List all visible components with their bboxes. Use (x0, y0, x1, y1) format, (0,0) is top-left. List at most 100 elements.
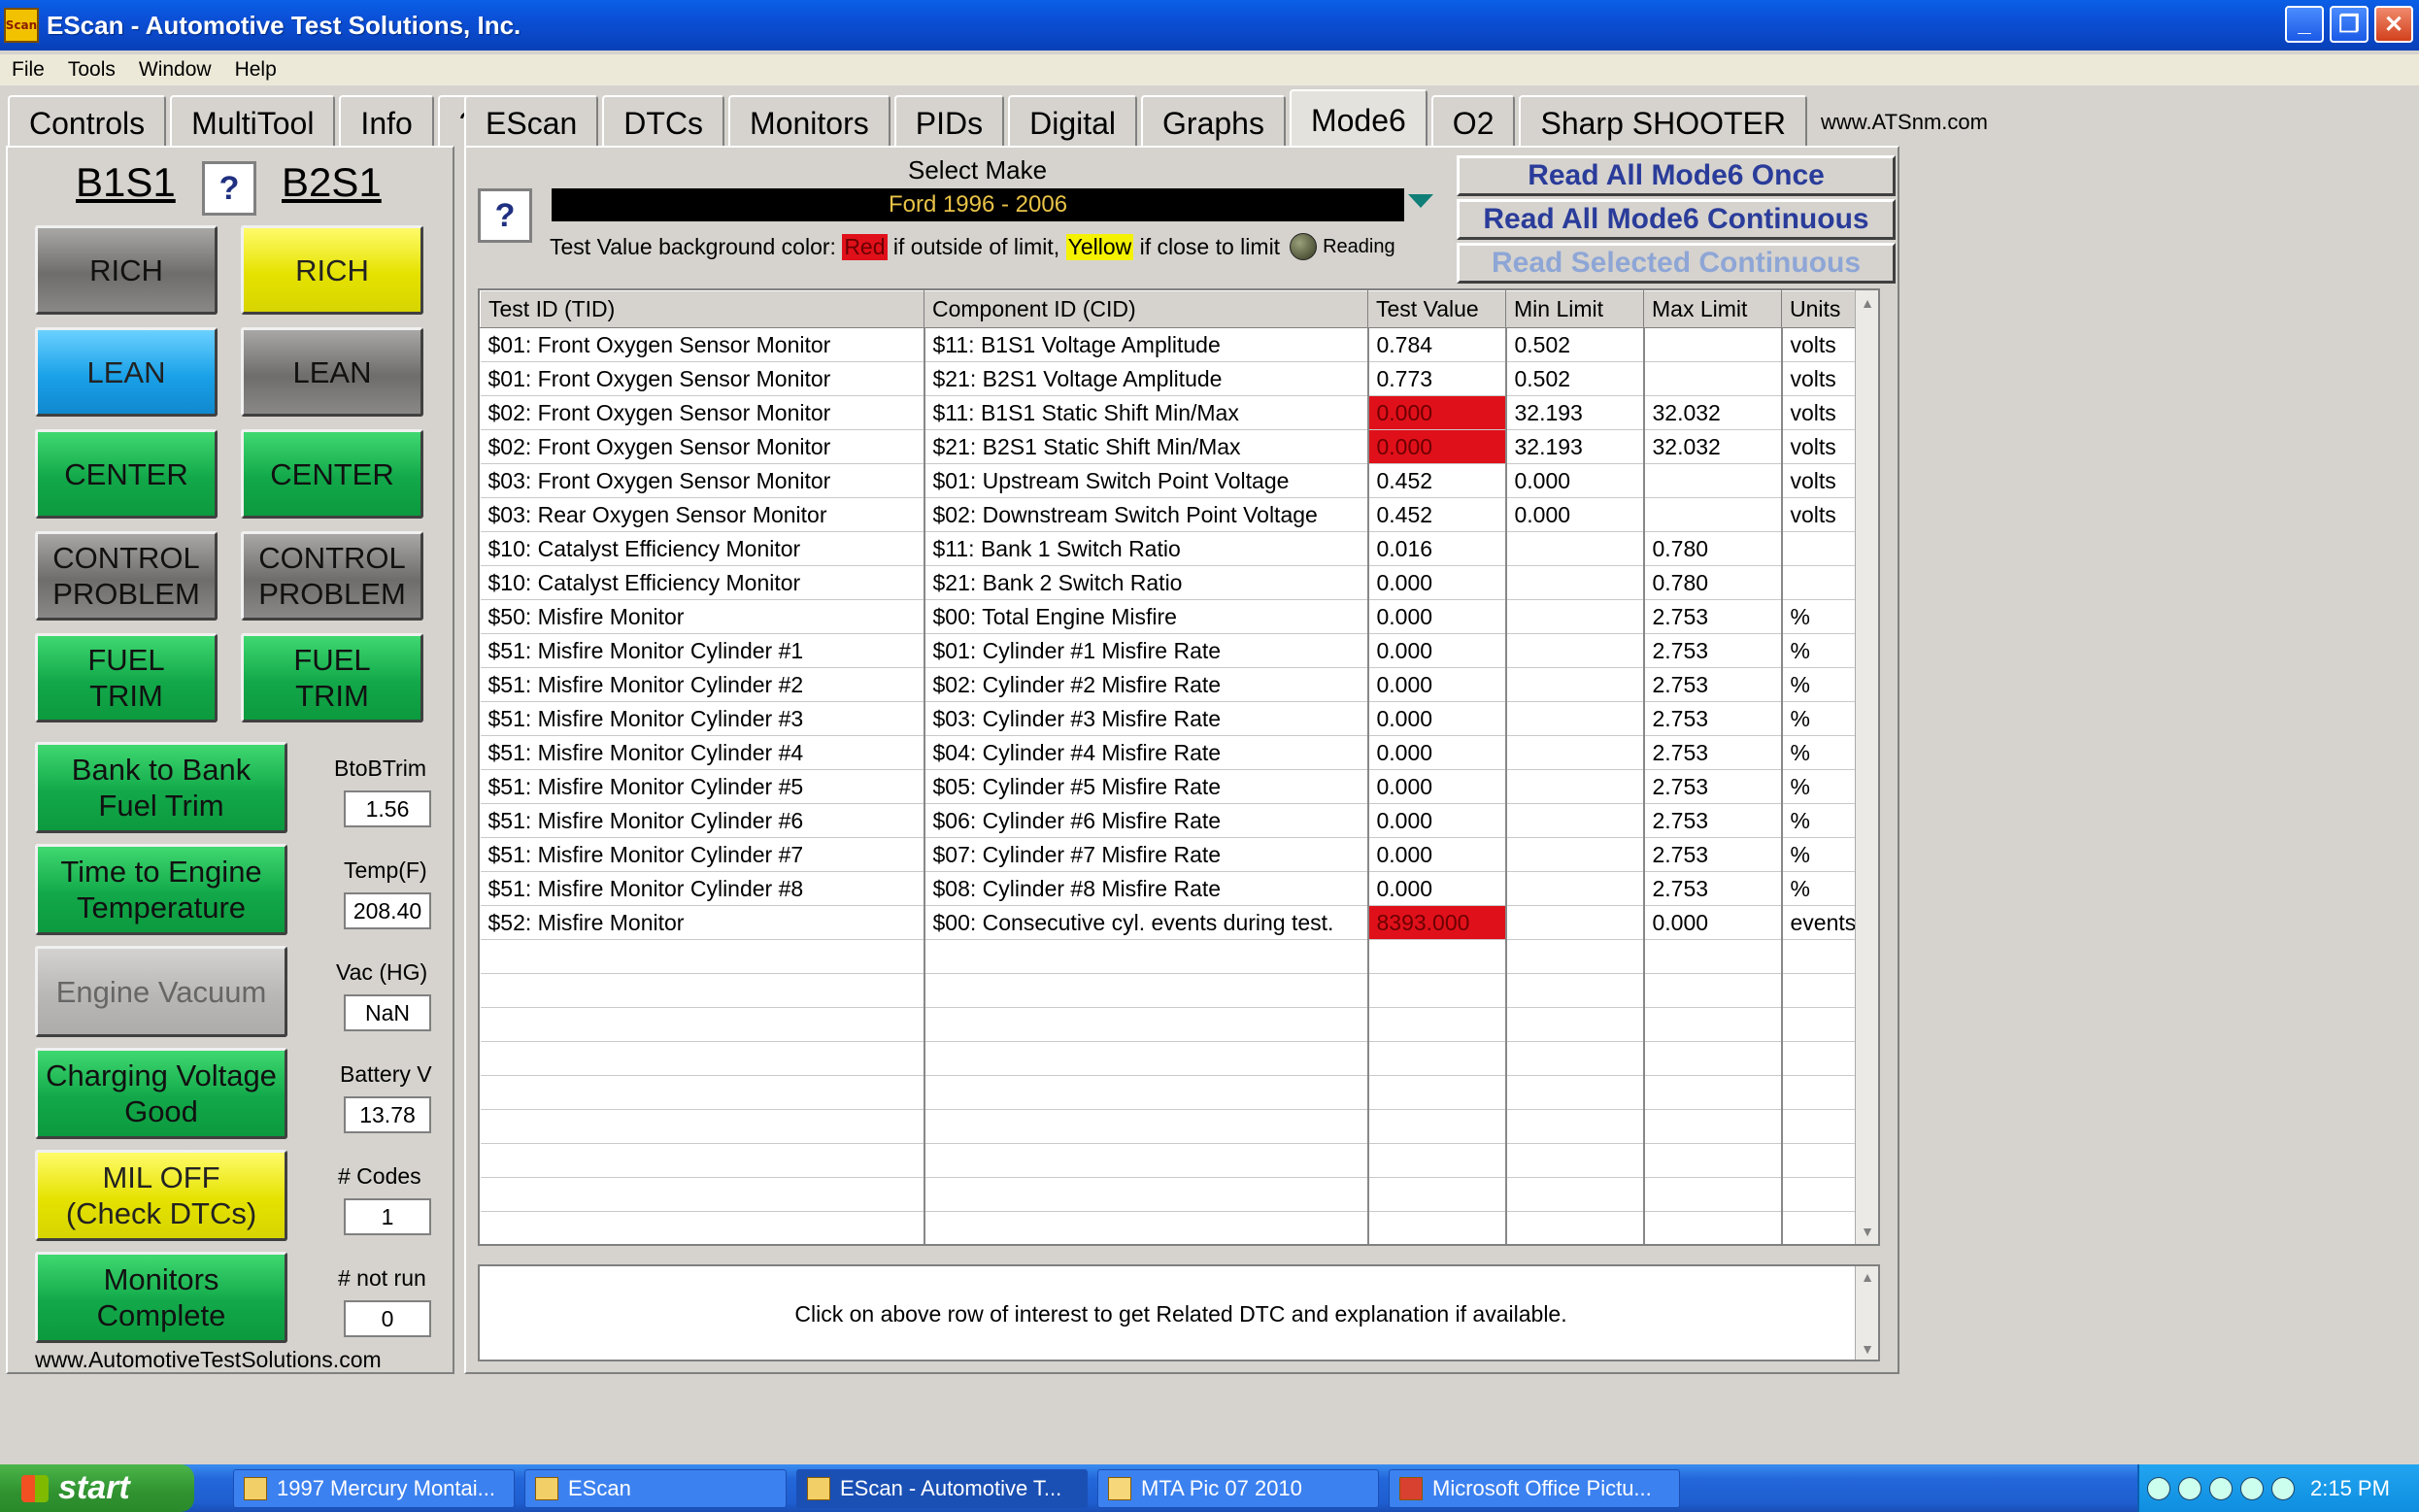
device-icon[interactable] (2240, 1476, 2264, 1500)
table-row[interactable]: $51: Misfire Monitor Cylinder #6 $06: Cyl… (480, 803, 1859, 838)
empty-table-row[interactable] (480, 1109, 1859, 1144)
taskbar-item-escan-main[interactable]: EScan - Automotive T... (796, 1468, 1088, 1508)
menu-window[interactable]: Window (127, 58, 223, 82)
menu-help[interactable]: Help (223, 58, 288, 82)
tab-sharp-shooter[interactable]: Sharp SHOOTER (1519, 95, 1807, 150)
empty-cell (1367, 1041, 1507, 1076)
table-row[interactable]: $51: Misfire Monitor Cylinder #2 $02: Cyl… (480, 667, 1859, 702)
table-row[interactable]: $51: Misfire Monitor Cylinder #1 $01: Cyl… (480, 633, 1859, 668)
empty-table-row[interactable] (480, 1177, 1859, 1212)
taskbar-item-escan[interactable]: EScan (524, 1468, 787, 1508)
dropdown-arrow-icon[interactable] (1408, 194, 1433, 208)
empty-cell (1781, 1143, 1859, 1178)
empty-table-row[interactable] (480, 973, 1859, 1008)
taskbar-item-mercury[interactable]: 1997 Mercury Montai... (233, 1468, 515, 1508)
table-row[interactable]: $51: Misfire Monitor Cylinder #7 $07: Cyl… (480, 837, 1859, 872)
empty-table-row[interactable] (480, 1211, 1859, 1244)
cell-units: events (1781, 905, 1859, 940)
message-scrollbar[interactable]: ▲ ▼ (1855, 1266, 1878, 1360)
tray-chevron-icon[interactable] (2147, 1476, 2170, 1500)
escan-app-icon[interactable]: Scan (4, 8, 39, 43)
ats-website-link[interactable]: www.ATSnm.com (1811, 95, 1998, 150)
cell-cid: $01: Upstream Switch Point Voltage (924, 463, 1369, 498)
clock[interactable]: 2:15 PM (2310, 1476, 2390, 1501)
update-icon[interactable] (2271, 1476, 2295, 1500)
network-icon[interactable] (2178, 1476, 2201, 1500)
table-row[interactable]: $01: Front Oxygen Sensor Monitor $21: B2S… (480, 361, 1859, 396)
read-all-mode6-once-button[interactable]: Read All Mode6 Once (1457, 155, 1896, 196)
col-header-tid[interactable]: Test ID (TID) (480, 290, 924, 328)
empty-table-row[interactable] (480, 1143, 1859, 1178)
tab-o2[interactable]: O2 (1430, 95, 1516, 150)
tab-digital[interactable]: Digital (1008, 95, 1138, 150)
table-scrollbar[interactable]: ▲ ▼ (1855, 290, 1878, 1244)
table-row[interactable]: $10: Catalyst Efficiency Monitor $21: Ban… (480, 565, 1859, 600)
b1s1-label: B1S1 (76, 159, 176, 205)
cell-cid: $21: Bank 2 Switch Ratio (924, 565, 1369, 600)
close-button[interactable]: ✕ (2374, 6, 2413, 43)
cell-min-limit (1505, 701, 1645, 736)
col-header-min-limit[interactable]: Min Limit (1505, 290, 1644, 328)
empty-table-row[interactable] (480, 1075, 1859, 1110)
empty-cell (1367, 1177, 1507, 1212)
o2-help-button[interactable]: ? (202, 161, 256, 216)
cell-cid: $07: Cylinder #7 Misfire Rate (924, 837, 1369, 872)
read-all-mode6-continuous-button[interactable]: Read All Mode6 Continuous (1457, 199, 1896, 240)
col-header-cid[interactable]: Component ID (CID) (924, 290, 1368, 328)
empty-table-row[interactable] (480, 1041, 1859, 1076)
table-row[interactable]: $51: Misfire Monitor Cylinder #5 $05: Cyl… (480, 769, 1859, 804)
msg-scroll-up-icon[interactable]: ▲ (1859, 1268, 1876, 1286)
menu-tools[interactable]: Tools (56, 58, 127, 82)
table-row[interactable]: $51: Misfire Monitor Cylinder #4 $04: Cyl… (480, 735, 1859, 770)
table-row[interactable]: $02: Front Oxygen Sensor Monitor $21: B2S… (480, 429, 1859, 464)
msg-scroll-down-icon[interactable]: ▼ (1859, 1340, 1876, 1358)
col-header-test-value[interactable]: Test Value (1367, 290, 1506, 328)
menu-file[interactable]: File (0, 58, 56, 82)
taskbar-item-office-picture[interactable]: Microsoft Office Pictu... (1389, 1468, 1680, 1508)
empty-table-row[interactable] (480, 1007, 1859, 1042)
b1-center-indicator: CENTER (35, 429, 218, 519)
color-legend: Test Value background color: Red if outs… (550, 233, 1395, 260)
cell-min-limit (1505, 905, 1645, 940)
tab-escan[interactable]: EScan (464, 95, 599, 150)
start-button[interactable]: start (0, 1464, 194, 1512)
scroll-up-icon[interactable]: ▲ (1859, 294, 1876, 312)
make-dropdown[interactable]: Ford 1996 - 2006 (552, 188, 1404, 221)
mode6-help-button[interactable]: ? (478, 188, 532, 243)
mode6-panel: ? Select Make Ford 1996 - 2006 Test Valu… (464, 146, 1899, 1374)
col-header-units[interactable]: Units (1781, 290, 1858, 328)
table-row[interactable]: $10: Catalyst Efficiency Monitor $11: Ban… (480, 531, 1859, 566)
tab-pids[interactable]: PIDs (893, 95, 1005, 150)
read-selected-continuous-button[interactable]: Read Selected Continuous (1457, 243, 1896, 284)
col-header-max-limit[interactable]: Max Limit (1643, 290, 1782, 328)
table-row[interactable]: $52: Misfire Monitor $00: Consecutive cyl… (480, 905, 1859, 940)
scroll-down-icon[interactable]: ▼ (1859, 1223, 1876, 1240)
maximize-button[interactable]: ❐ (2330, 6, 2369, 43)
minimize-button[interactable]: _ (2285, 6, 2324, 43)
tab-monitors[interactable]: Monitors (728, 95, 890, 150)
folder-icon (1108, 1476, 1131, 1500)
table-row[interactable]: $51: Misfire Monitor Cylinder #3 $03: Cyl… (480, 701, 1859, 736)
left-tab-strip: Controls MultiTool Info ? (8, 89, 502, 150)
tab-graphs[interactable]: Graphs (1141, 95, 1286, 150)
table-row[interactable]: $01: Front Oxygen Sensor Monitor $11: B1S… (480, 327, 1859, 362)
empty-cell (1643, 1075, 1783, 1110)
tab-info[interactable]: Info (339, 95, 434, 150)
table-row[interactable]: $03: Front Oxygen Sensor Monitor $01: Ups… (480, 463, 1859, 498)
table-row[interactable]: $51: Misfire Monitor Cylinder #8 $08: Cyl… (480, 871, 1859, 906)
system-tray: 2:15 PM (2137, 1464, 2419, 1512)
dtc-explanation-box[interactable]: Click on above row of interest to get Re… (478, 1264, 1880, 1361)
empty-cell (1781, 1041, 1859, 1076)
table-row[interactable]: $50: Misfire Monitor $00: Total Engine Mi… (480, 599, 1859, 634)
tab-dtcs[interactable]: DTCs (602, 95, 725, 150)
volume-icon[interactable] (2209, 1476, 2233, 1500)
table-row[interactable]: $03: Rear Oxygen Sensor Monitor $02: Down… (480, 497, 1859, 532)
empty-cell (480, 1143, 925, 1178)
empty-table-row[interactable] (480, 939, 1859, 974)
table-row[interactable]: $02: Front Oxygen Sensor Monitor $11: B1S… (480, 395, 1859, 430)
tab-mode6[interactable]: Mode6 (1289, 89, 1428, 150)
tab-multitool[interactable]: MultiTool (170, 95, 336, 150)
tab-controls[interactable]: Controls (8, 95, 167, 150)
taskbar-item-mta-pic[interactable]: MTA Pic 07 2010 (1097, 1468, 1379, 1508)
battery-voltage-label: Battery V (340, 1061, 432, 1087)
